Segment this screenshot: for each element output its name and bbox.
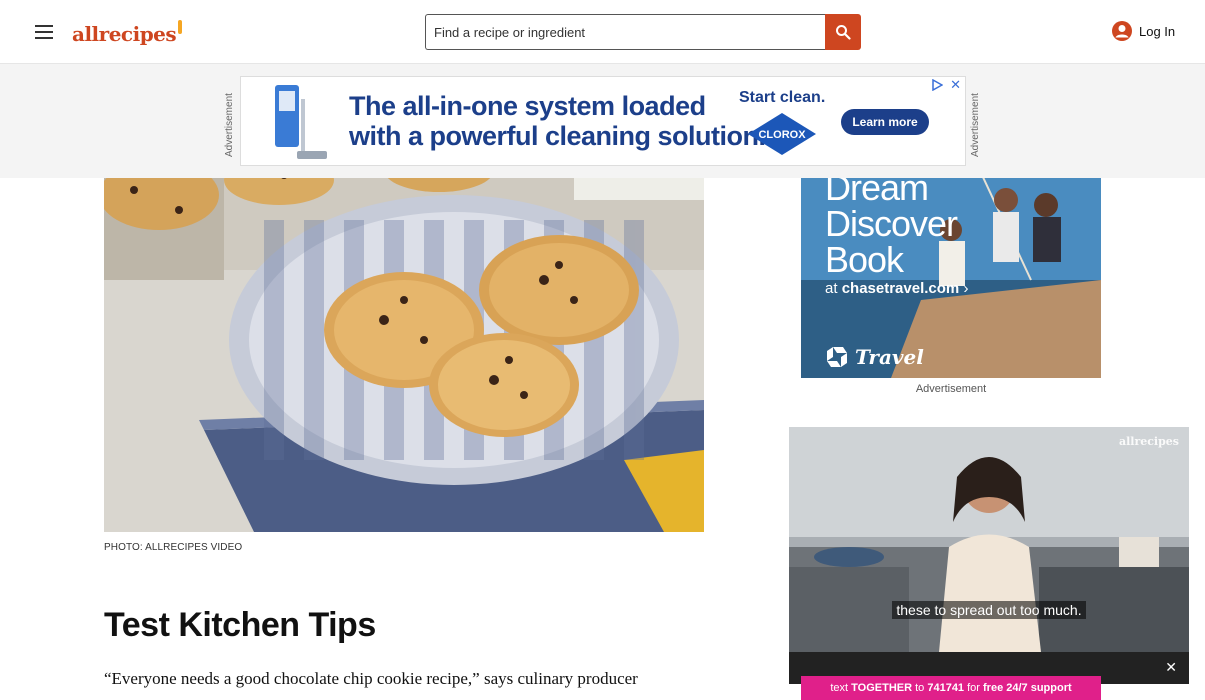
banner-text-6: free 24/7 support (983, 682, 1072, 694)
ad-headline-line-1: The all-in-one system loaded (349, 91, 706, 121)
side-ad-link-arrow: › (963, 280, 969, 297)
video-caption-text: these to spread out too much. (892, 601, 1086, 619)
side-ad-line-2: Discover (825, 203, 958, 244)
banner-text-5: for (964, 682, 984, 694)
menu-icon[interactable] (32, 20, 56, 44)
svg-text:CLOROX: CLOROX (758, 129, 806, 141)
side-ad-brand: Travel (825, 345, 924, 369)
logo-text: allrecipes (72, 22, 177, 46)
side-ad-link[interactable]: at chasetravel.com › (825, 280, 968, 297)
top-advertisement[interactable]: The all-in-one system loaded with a powe… (240, 76, 966, 166)
ad-cta-text: Start clean. (739, 89, 826, 106)
site-header: allrecipes Log In (0, 0, 1205, 64)
photo-caption: PHOTO: ALLRECIPES VIDEO (104, 542, 243, 553)
section-title: Test Kitchen Tips (104, 606, 376, 644)
ad-left-label: Advertisement (224, 93, 235, 157)
side-ad-line-3: Book (825, 239, 904, 280)
login-link[interactable]: Log In (1111, 20, 1175, 42)
logo-mark (178, 20, 183, 34)
banner-text-3: to (912, 682, 928, 694)
clorox-logo-icon: CLOROX (746, 111, 818, 157)
banner-text-2: TOGETHER (851, 682, 913, 694)
search-bar (425, 14, 861, 50)
ad-product-image (275, 85, 327, 159)
page: allrecipes Log In (0, 0, 1205, 700)
video-close-icon[interactable]: ✕ (1165, 659, 1177, 676)
video-watermark: allrecipes (1118, 435, 1179, 448)
side-ad-link-domain: chasetravel.com (841, 280, 960, 297)
banner-text-1: text (830, 682, 852, 694)
support-banner[interactable]: text TOGETHER to 741741 for free 24/7 su… (801, 676, 1101, 700)
ad-headline-line-2: with a powerful cleaning solution. (349, 121, 766, 151)
ad-close-icon[interactable]: ✕ (950, 77, 961, 93)
login-label: Log In (1139, 23, 1176, 39)
ad-choices-icon[interactable] (931, 79, 943, 91)
search-button[interactable] (825, 14, 861, 50)
learn-more-button[interactable]: Learn more (841, 109, 929, 135)
ad-headline: The all-in-one system loaded with a powe… (349, 91, 766, 151)
video-player[interactable]: allrecipes these to spread out too much. (789, 427, 1189, 652)
search-input[interactable] (425, 14, 825, 50)
chase-logo-icon (827, 347, 847, 367)
side-ad-label: Advertisement (915, 383, 987, 395)
banner-text-4: 741741 (927, 682, 965, 694)
side-ad-link-prefix: at (825, 280, 842, 297)
side-ad-headline: Dream Discover Book (825, 170, 958, 280)
video-caption: these to spread out too much. (789, 601, 1189, 620)
side-ad-brand-text: Travel (855, 345, 924, 369)
top-ad-strip: Advertisement The all-in-one system load… (0, 64, 1205, 178)
cookie-photo (104, 130, 704, 532)
site-logo[interactable]: allrecipes (72, 18, 183, 46)
article-body-text: “Everyone needs a good chocolate chip co… (104, 669, 638, 688)
cookie-photo-image (104, 130, 704, 532)
ad-right-label: Advertisement (970, 93, 981, 157)
search-icon (836, 25, 851, 40)
account-icon (1112, 21, 1132, 41)
